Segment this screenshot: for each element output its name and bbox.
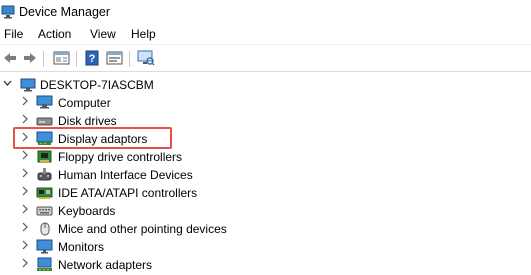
window-title: Device Manager — [19, 5, 111, 19]
update-driver-icon[interactable] — [106, 50, 123, 69]
device-manager-app-icon — [1, 4, 16, 22]
tree-item-network-adapters[interactable]: Network adapters — [0, 256, 531, 274]
toolbar-separator — [43, 51, 44, 67]
chevron-right-icon[interactable] — [20, 185, 29, 197]
menu-action[interactable]: Action — [38, 27, 71, 41]
chevron-right-icon[interactable] — [20, 167, 29, 179]
menu-view[interactable]: View — [90, 27, 116, 41]
tree-item-label: Human Interface Devices — [58, 168, 193, 182]
forward-arrow-icon[interactable] — [22, 50, 38, 69]
tree-item-keyboards[interactable]: Keyboards — [0, 202, 531, 220]
chevron-right-icon[interactable] — [20, 239, 29, 251]
chevron-right-icon[interactable] — [20, 221, 29, 233]
tree-item-mice[interactable]: Mice and other pointing devices — [0, 220, 531, 238]
chevron-right-icon[interactable] — [20, 257, 29, 269]
menu-bar: File Action View Help — [0, 24, 531, 44]
network-adapter-icon — [36, 257, 53, 275]
title-bar: Device Manager — [0, 0, 531, 24]
tree-item-floppy-drive-controllers[interactable]: Floppy drive controllers — [0, 148, 531, 166]
help-icon[interactable]: ? — [85, 50, 99, 69]
keyboard-icon — [36, 203, 53, 221]
mouse-icon — [36, 221, 53, 239]
tree-item-label: Mice and other pointing devices — [58, 222, 227, 236]
toolbar-separator — [76, 51, 77, 67]
highlight-box — [13, 127, 172, 149]
toolbar-separator — [129, 51, 130, 67]
chevron-right-icon[interactable] — [20, 203, 29, 215]
menu-file[interactable]: File — [4, 27, 23, 41]
tree-item-ide-ata-atapi-controllers[interactable]: IDE ATA/ATAPI controllers — [0, 184, 531, 202]
tree-item-label: Computer — [58, 96, 111, 110]
svg-text:?: ? — [89, 53, 96, 65]
scan-hardware-icon[interactable] — [137, 50, 155, 69]
floppy-controller-icon — [36, 149, 53, 167]
ide-controller-icon — [36, 185, 53, 203]
tree-item-monitors[interactable]: Monitors — [0, 238, 531, 256]
properties-icon[interactable] — [53, 50, 70, 69]
device-tree: DESKTOP-7IASCBM Computer Disk drives Dis… — [0, 71, 531, 273]
tree-item-label: IDE ATA/ATAPI controllers — [58, 186, 198, 200]
chevron-right-icon[interactable] — [20, 149, 29, 161]
tree-root-label: DESKTOP-7IASCBM — [40, 78, 154, 92]
tree-root[interactable]: DESKTOP-7IASCBM — [0, 76, 531, 94]
tree-item-computer[interactable]: Computer — [0, 94, 531, 112]
toolbar: ? — [0, 44, 531, 71]
back-arrow-icon[interactable] — [2, 50, 18, 69]
menu-help[interactable]: Help — [131, 27, 156, 41]
tree-item-label: Keyboards — [58, 204, 116, 218]
chevron-right-icon[interactable] — [20, 113, 29, 125]
tree-item-label: Network adapters — [58, 258, 153, 272]
monitor-icon — [36, 239, 53, 257]
tree-item-label: Monitors — [58, 240, 105, 254]
tree-item-human-interface-devices[interactable]: Human Interface Devices — [0, 166, 531, 184]
hid-icon — [36, 167, 53, 185]
chevron-right-icon[interactable] — [20, 95, 29, 107]
chevron-down-icon[interactable] — [3, 77, 12, 89]
computer-icon — [36, 95, 53, 113]
tree-item-label: Floppy drive controllers — [58, 150, 183, 164]
tree-item-label: Disk drives — [58, 114, 117, 128]
